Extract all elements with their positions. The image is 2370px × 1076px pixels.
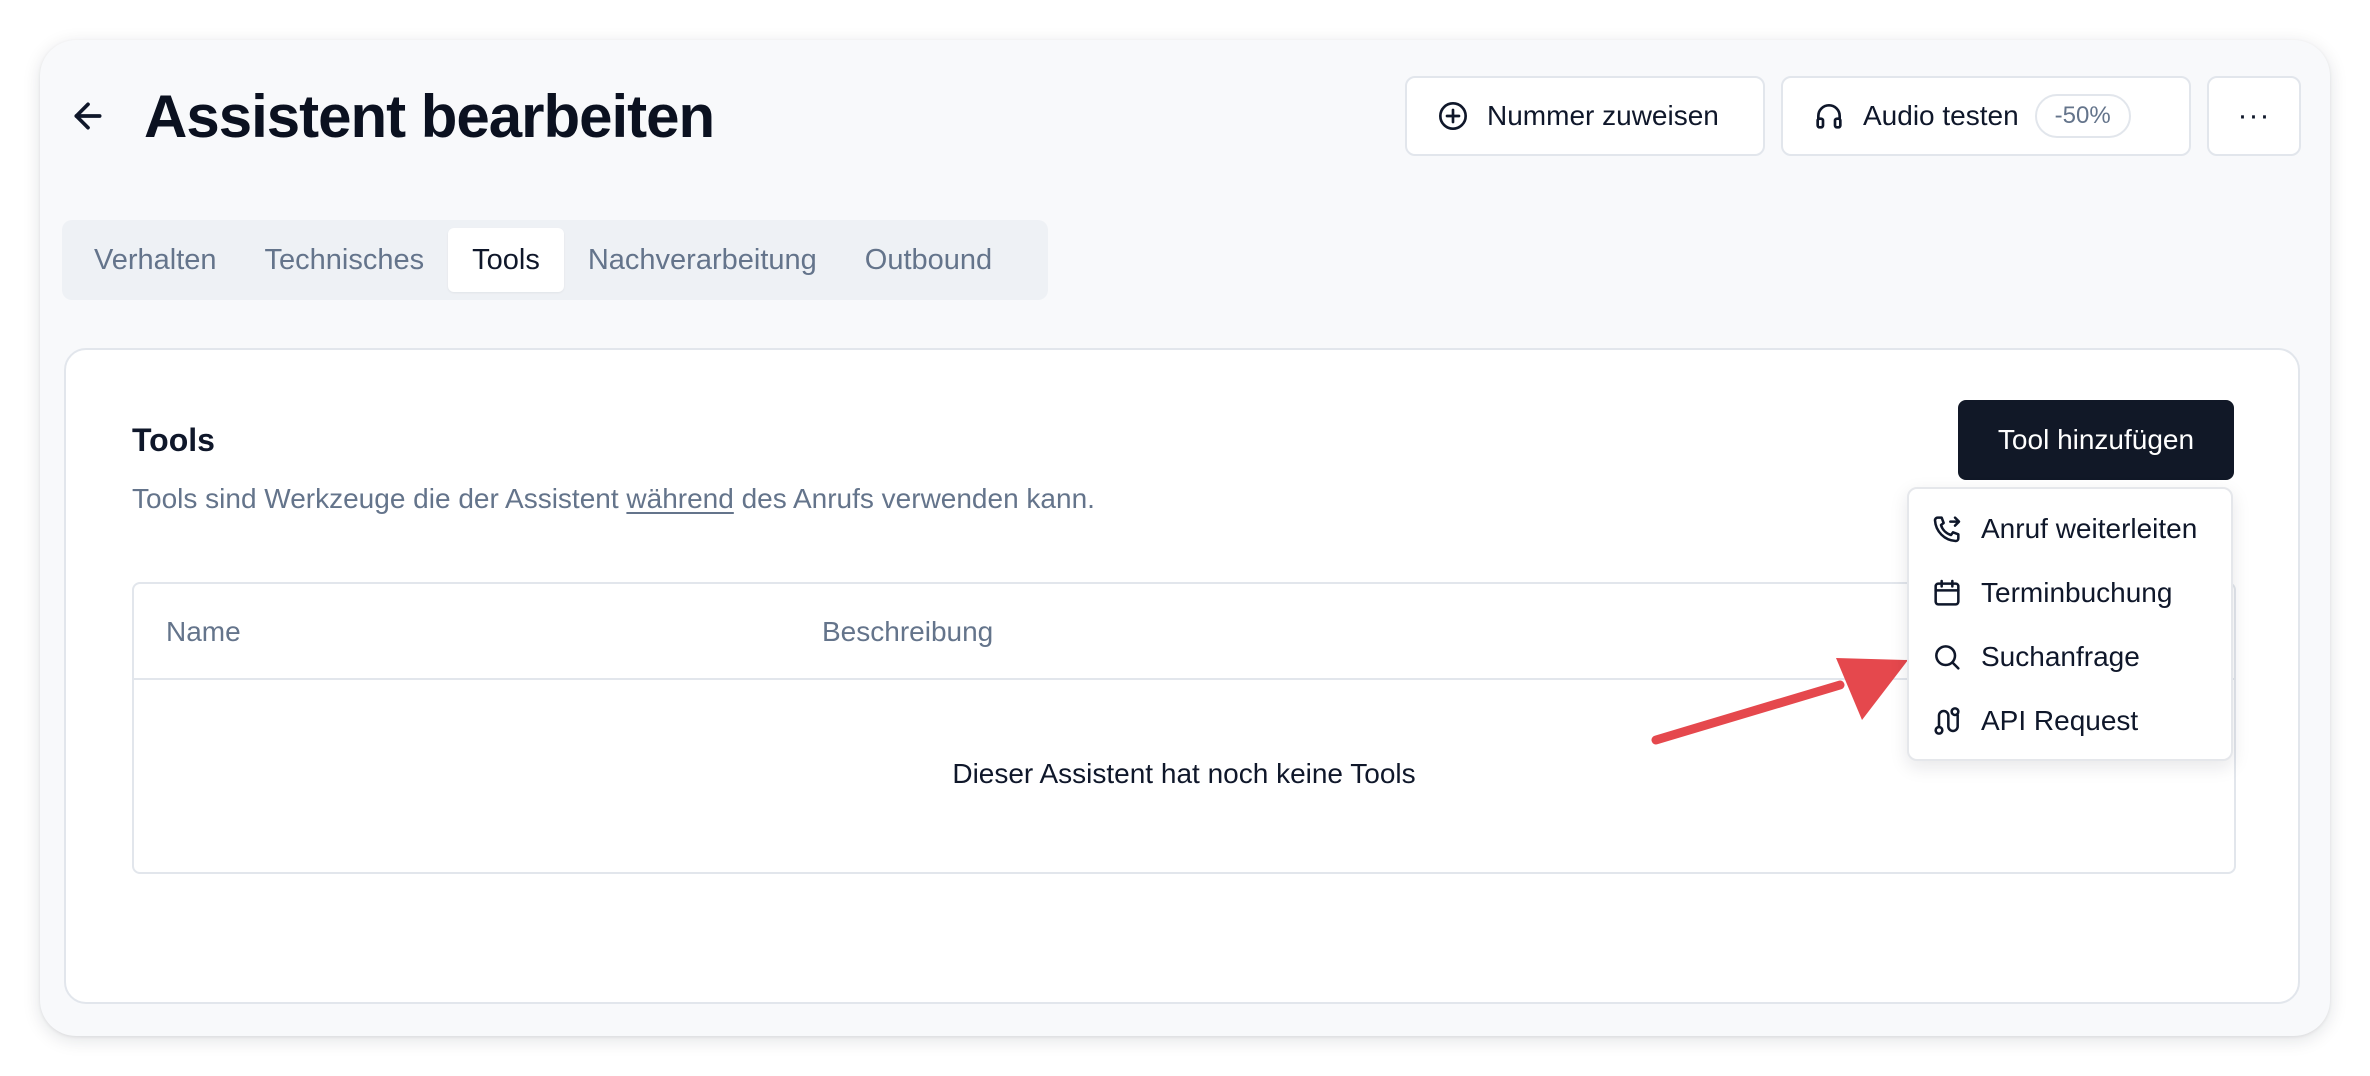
menu-item-search-query[interactable]: Suchanfrage [1909,625,2231,689]
section-description: Tools sind Werkzeuge die der Assistent w… [132,483,1095,515]
page-title: Assistent bearbeiten [144,83,715,150]
tab-bar: Verhalten Technisches Tools Nachverarbei… [62,220,1048,300]
menu-item-label: API Request [1981,705,2139,736]
more-options-button[interactable]: ··· [2207,76,2301,156]
assign-number-button[interactable]: Nummer zuweisen [1405,76,1765,156]
description-underlined-word: während [626,483,734,514]
assign-number-label: Nummer zuweisen [1487,100,1719,131]
menu-item-api-request[interactable]: API Request [1909,689,2231,753]
search-icon [1931,641,1963,673]
test-audio-label: Audio testen [1863,100,2019,131]
headphones-icon [1813,100,1845,132]
menu-item-call-forwarding[interactable]: Anruf weiterleiten [1909,497,2231,561]
menu-item-label: Suchanfrage [1981,641,2140,672]
menu-item-label: Terminbuchung [1981,577,2173,608]
column-header-name: Name [166,616,241,647]
tab-verhalten[interactable]: Verhalten [70,228,241,292]
menu-item-appointment-booking[interactable]: Terminbuchung [1909,561,2231,625]
add-tool-button[interactable]: Tool hinzufügen [1958,400,2234,480]
column-header-description: Beschreibung [822,616,994,647]
plus-circle-icon [1437,100,1469,132]
section-title: Tools [132,422,215,458]
tab-tools[interactable]: Tools [448,228,564,292]
tab-nachverarbeitung[interactable]: Nachverarbeitung [564,228,841,292]
description-text-start: Tools sind Werkzeuge die der Assistent [132,483,627,514]
menu-item-label: Anruf weiterleiten [1981,513,2198,544]
arrow-left-icon [74,102,102,130]
calendar-icon [1931,577,1963,609]
route-icon [1931,705,1963,737]
back-button[interactable] [64,92,112,140]
empty-state-text: Dieser Assistent hat noch keine Tools [952,758,1416,789]
phone-forward-icon [1931,513,1963,545]
add-tool-dropdown-menu: Anruf weiterleiten Terminbuchung Suchanf… [1907,487,2233,761]
tab-technisches[interactable]: Technisches [241,228,449,292]
ellipsis-icon: ··· [2237,99,2271,132]
description-text-end: des Anrufs verwenden kann. [733,483,1095,514]
audio-level-badge: -50% [2034,94,2131,138]
tab-outbound[interactable]: Outbound [841,228,1016,292]
test-audio-button[interactable]: Audio testen -50% [1781,76,2191,156]
